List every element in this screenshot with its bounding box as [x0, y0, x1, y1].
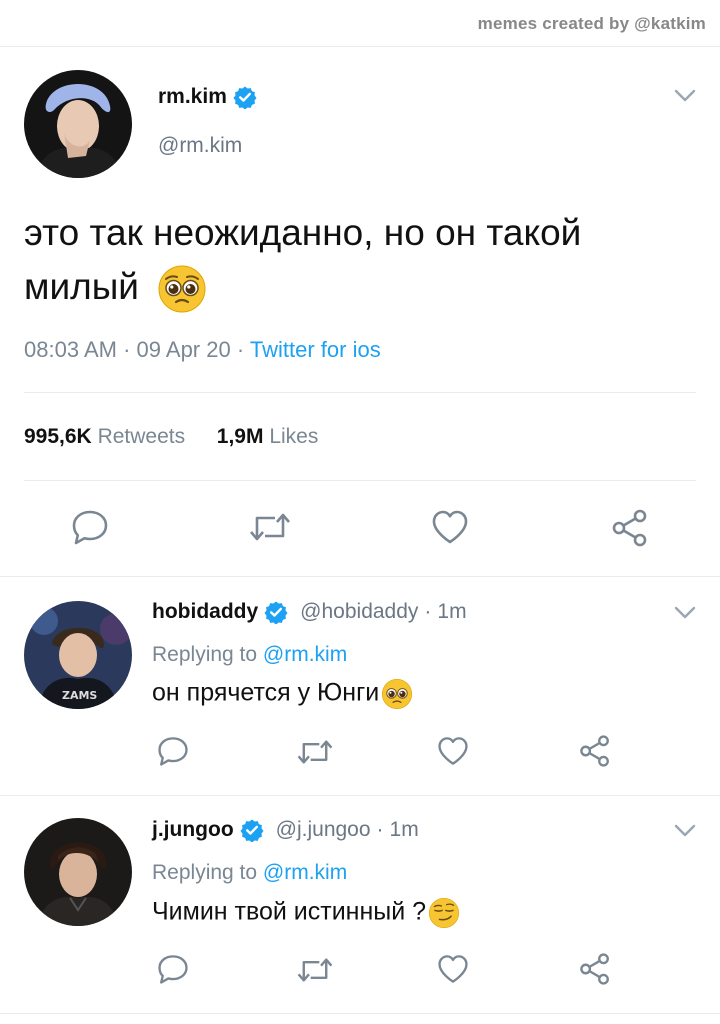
verified-badge-icon	[240, 818, 264, 843]
divider	[0, 576, 720, 577]
share-icon[interactable]	[578, 952, 612, 986]
tweet-text-content: это так неожиданно, но он такой милый	[24, 212, 582, 307]
replying-prefix: Replying to	[152, 643, 258, 666]
retweets-label: Retweets	[97, 425, 186, 448]
like-icon[interactable]	[436, 735, 470, 767]
reply-text-content: Чимин твой истинный ?	[152, 897, 427, 926]
retweets-stat[interactable]: 995,6K Retweets	[24, 425, 185, 448]
replying-mention[interactable]: @rm.kim	[263, 861, 347, 884]
pleading-face-emoji	[157, 264, 207, 314]
like-icon[interactable]	[430, 508, 470, 546]
tweet-source-link[interactable]: Twitter for ios	[250, 337, 381, 362]
reply-time: 1m	[389, 818, 419, 841]
credit-text: memes created by @katkim	[477, 14, 706, 33]
share-icon[interactable]	[610, 508, 650, 548]
tweet-date: 09 Apr 20	[136, 337, 231, 362]
divider	[24, 392, 696, 393]
reply-icon[interactable]	[156, 953, 190, 985]
reply-time: 1m	[437, 600, 467, 623]
tweet-time: 08:03 AM	[24, 337, 117, 362]
chevron-down-icon[interactable]	[674, 606, 696, 620]
author-name[interactable]: rm.kim	[158, 85, 227, 109]
reply-author-handle[interactable]: @hobidaddy	[300, 600, 418, 624]
reply-author-name[interactable]: hobidaddy	[152, 600, 258, 624]
replying-to: Replying to @rm.kim	[152, 861, 347, 885]
avatar-j-jungoo[interactable]	[24, 818, 132, 926]
pleading-face-emoji	[381, 678, 413, 710]
likes-stat[interactable]: 1,9M Likes	[217, 425, 319, 448]
replying-to: Replying to @rm.kim	[152, 643, 347, 667]
share-icon[interactable]	[578, 734, 612, 768]
divider	[24, 480, 696, 481]
smirking-face-emoji	[428, 897, 460, 929]
avatar-hobidaddy[interactable]: ZAMS	[24, 601, 132, 709]
svg-text:ZAMS: ZAMS	[62, 689, 97, 702]
verified-badge-icon	[233, 85, 257, 110]
reply-author-handle[interactable]: @j.jungoo	[276, 818, 371, 842]
reply-icon[interactable]	[156, 735, 190, 767]
tweet-text: это так неожиданно, но он такой милый	[24, 206, 704, 314]
author-handle[interactable]: @rm.kim	[158, 134, 242, 158]
chevron-down-icon[interactable]	[674, 824, 696, 838]
divider	[0, 1013, 720, 1014]
retweet-icon[interactable]	[248, 510, 292, 544]
retweet-icon[interactable]	[296, 955, 334, 985]
likes-label: Likes	[269, 425, 319, 448]
retweets-count: 995,6K	[24, 425, 92, 448]
replying-prefix: Replying to	[152, 861, 258, 884]
tweet-meta: 08:03 AM · 09 Apr 20 · Twitter for ios	[24, 337, 381, 362]
reply-text-content: он прячется у Юнги	[152, 678, 380, 707]
reply-text: Чимин твой истинный ?	[152, 897, 460, 929]
divider	[0, 46, 720, 47]
reply-icon[interactable]	[70, 508, 110, 546]
verified-badge-icon	[264, 600, 288, 625]
replying-mention[interactable]: @rm.kim	[263, 643, 347, 666]
chevron-down-icon[interactable]	[674, 89, 696, 103]
divider	[0, 795, 720, 796]
likes-count: 1,9M	[216, 425, 264, 448]
reply-author-name[interactable]: j.jungoo	[152, 818, 234, 842]
retweet-icon[interactable]	[296, 737, 334, 767]
reply-text: он прячется у Юнги	[152, 678, 413, 710]
like-icon[interactable]	[436, 953, 470, 985]
tweet-stats: 995,6K Retweets 1,9M Likes	[24, 425, 318, 449]
avatar-rm-kim[interactable]	[24, 70, 132, 178]
